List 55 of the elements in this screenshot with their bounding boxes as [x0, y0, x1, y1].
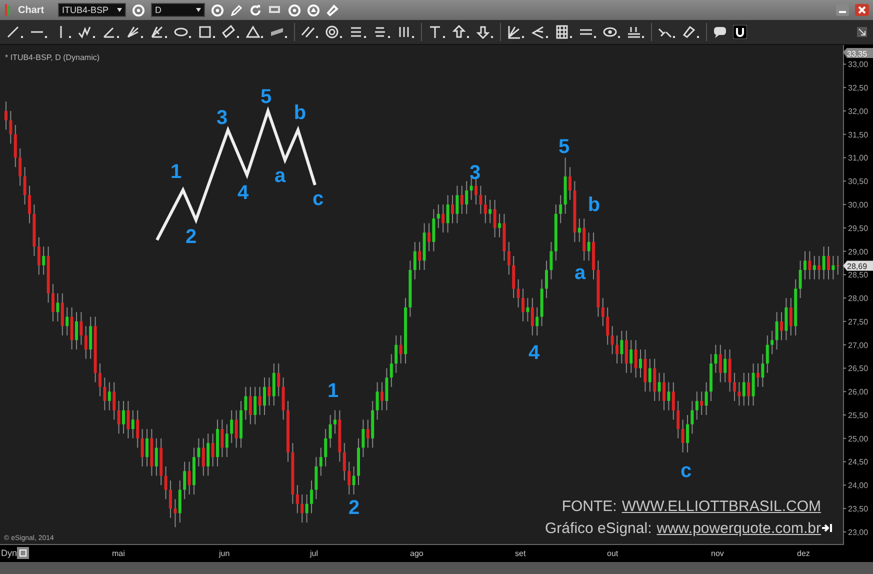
wave-label: 5: [558, 136, 570, 158]
wave-label: 2: [185, 226, 197, 248]
price-label: 32,50: [848, 84, 868, 93]
wave-label: 2: [348, 497, 360, 519]
price-label: 32,00: [848, 106, 868, 116]
wave-label: b: [294, 102, 306, 124]
price-label: 30,00: [848, 200, 868, 210]
price-label: 29,00: [848, 247, 868, 256]
price-label: 25,50: [848, 410, 868, 420]
price-label: 24,00: [848, 481, 868, 490]
date-label: mai: [112, 549, 125, 558]
source-label: Gráfico eSignal:: [545, 520, 652, 537]
date-label: nov: [711, 549, 724, 558]
chart-legend: * ITUB4-BSP, D (Dynamic): [5, 53, 100, 62]
date-label: ago: [410, 549, 424, 558]
date-label: jun: [219, 549, 230, 558]
wave-label: c: [312, 188, 324, 210]
wave-label: 3: [469, 162, 481, 184]
price-label: 31,50: [848, 130, 868, 140]
wave-label: 4: [528, 342, 540, 364]
source-link[interactable]: WWW.ELLIOTTBRASIL.COM: [622, 498, 821, 515]
price-label: 27,50: [848, 317, 868, 326]
price-label: 24,50: [848, 458, 868, 467]
price-label: 25,00: [848, 434, 868, 444]
price-label: 31,00: [848, 154, 868, 163]
wave-label: a: [274, 165, 286, 187]
mode-label[interactable]: Dyn: [1, 548, 18, 558]
wave-label: 1: [327, 380, 339, 402]
wave-label: 1: [170, 161, 182, 183]
wave-label: 5: [260, 86, 272, 108]
wave-label: a: [574, 262, 586, 284]
source-label: FONTE:: [562, 498, 617, 515]
wave-label: 4: [237, 182, 249, 204]
date-label: jul: [310, 549, 318, 558]
symbol-dropdown[interactable]: ITUB4-BSP: [58, 3, 126, 17]
price-label: 23,50: [848, 504, 868, 514]
price-label: 28,50: [848, 270, 868, 280]
price-label: 23,00: [848, 528, 868, 537]
wave-label: c: [680, 460, 692, 482]
date-label: dez: [797, 549, 810, 558]
price-label: 33,00: [848, 60, 868, 70]
wave-label: b: [588, 194, 600, 216]
price-label: 30,50: [848, 177, 868, 186]
date-label: set: [515, 549, 526, 558]
price-label: 27,00: [848, 340, 868, 350]
window-title: Chart: [18, 4, 46, 16]
source-link[interactable]: www.powerquote.com.br: [656, 520, 821, 537]
interval-dropdown[interactable]: D: [151, 3, 205, 17]
price-label: 26,00: [848, 388, 868, 397]
date-label: out: [607, 549, 618, 558]
wave-label: 3: [216, 107, 228, 129]
price-tag: 33,35: [843, 48, 873, 58]
price-label: 29,50: [848, 224, 868, 233]
price-label: 26,50: [848, 364, 868, 374]
price-label: 28,00: [848, 294, 868, 304]
